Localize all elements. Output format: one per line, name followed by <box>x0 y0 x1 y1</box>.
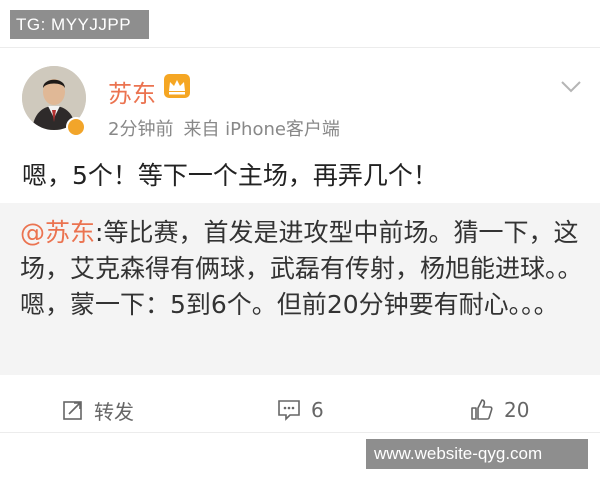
verified-badge <box>66 117 86 137</box>
post-meta: 2分钟前 来自 iPhone客户端 <box>108 115 340 141</box>
post-text: 嗯，5个！等下一个主场，再弄几个！ <box>22 161 438 190</box>
post-time: 2分钟前 <box>108 119 174 140</box>
like-count: 20 <box>504 398 530 422</box>
comment-button[interactable]: 6 <box>277 396 324 424</box>
bottom-watermark: www.website-qyg.com <box>366 439 588 469</box>
repost-icon <box>63 401 82 420</box>
thumbs-up-icon <box>471 399 493 420</box>
comment-icon <box>278 400 300 421</box>
top-watermark: TG: MYYJJPP <box>10 10 149 39</box>
bottom-divider <box>0 432 600 433</box>
like-button[interactable]: 20 <box>470 396 529 424</box>
chevron-down-icon[interactable] <box>560 80 582 94</box>
mention-link[interactable]: @苏东 <box>20 218 95 247</box>
top-divider <box>0 47 600 48</box>
repost-button[interactable]: 转发 <box>62 396 134 424</box>
repost-label: 转发 <box>94 399 134 424</box>
quoted-post-text: @苏东:等比赛，首发是进攻型中前场。猜一下，这场，艾克森得有俩球，武磊有传射，杨… <box>20 215 585 323</box>
post-source: 来自 iPhone客户端 <box>183 119 340 140</box>
author-name[interactable]: 苏东 <box>108 74 156 109</box>
quoted-body: :等比赛，首发是进攻型中前场。猜一下，这场，艾克森得有俩球，武磊有传射，杨旭能进… <box>20 218 583 319</box>
comment-count: 6 <box>311 398 324 422</box>
crown-icon[interactable] <box>164 74 190 98</box>
